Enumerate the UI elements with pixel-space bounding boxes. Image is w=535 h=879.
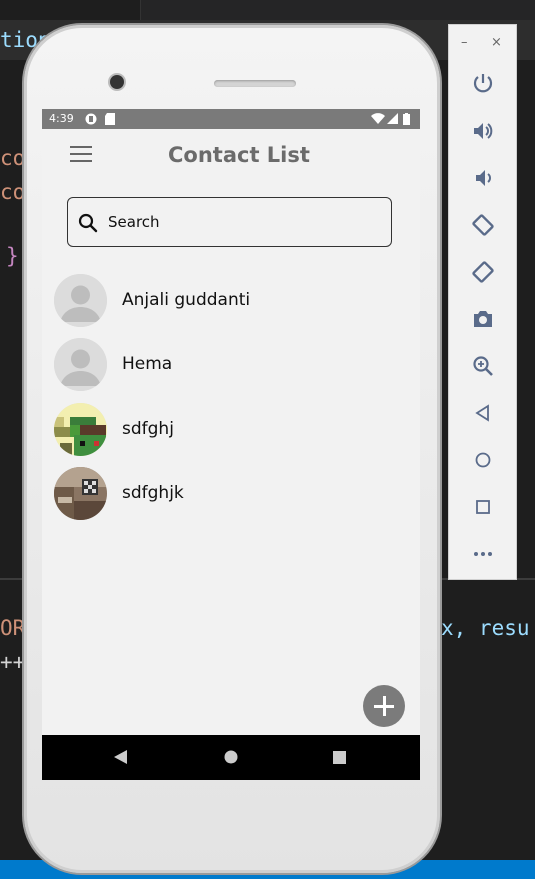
wifi-icon: [371, 113, 385, 124]
default-avatar-icon: [54, 338, 107, 391]
search-box[interactable]: [67, 197, 392, 247]
volume-down-icon[interactable]: [471, 166, 495, 190]
status-time: 4:39: [49, 112, 74, 125]
more-icon[interactable]: [471, 542, 495, 566]
zoom-icon[interactable]: [471, 354, 495, 378]
close-button[interactable]: ×: [491, 35, 502, 50]
home-nav-icon[interactable]: [224, 750, 238, 764]
sd-card-icon: [105, 113, 115, 125]
notification-icon: [85, 113, 97, 125]
android-nav-bar: [42, 735, 420, 780]
search-icon: [78, 213, 98, 233]
code-fragment: co: [0, 180, 26, 204]
rotate-left-icon[interactable]: [471, 213, 495, 237]
battery-icon: [403, 113, 410, 125]
contact-item[interactable]: Hema: [54, 338, 394, 394]
contact-item[interactable]: sdfghj: [54, 403, 394, 459]
contact-name: Anjali guddanti: [122, 290, 251, 310]
signal-icon: [387, 113, 398, 124]
front-camera: [110, 75, 124, 89]
overview-icon[interactable]: [471, 495, 495, 519]
code-fragment: co: [0, 146, 26, 170]
status-bar: 4:39: [42, 109, 420, 129]
page-title: Contact List: [168, 143, 310, 167]
phone-screen: 4:39 Contact List Anjali guddanti Hema: [42, 109, 420, 780]
contact-item[interactable]: Anjali guddanti: [54, 274, 394, 330]
earpiece-speaker: [214, 80, 296, 87]
back-nav-icon[interactable]: [114, 750, 128, 764]
add-contact-button[interactable]: [363, 685, 405, 727]
contact-name: Hema: [122, 354, 173, 374]
search-input[interactable]: [108, 212, 378, 232]
home-icon[interactable]: [471, 448, 495, 472]
power-icon[interactable]: [471, 72, 495, 96]
hamburger-menu-icon[interactable]: [70, 146, 92, 163]
pixel-art-avatar-image: [54, 403, 107, 456]
contact-name: sdfghj: [122, 419, 174, 439]
room-photo-avatar-image: [54, 467, 107, 520]
code-fragment: ++: [0, 650, 26, 674]
minimize-button[interactable]: –: [461, 35, 468, 50]
code-fragment: }: [6, 244, 19, 268]
contact-item[interactable]: sdfghjk: [54, 467, 394, 523]
editor-tab[interactable]: [0, 0, 141, 20]
default-avatar-icon: [54, 274, 107, 327]
camera-icon[interactable]: [471, 307, 495, 331]
app-bar: Contact List: [42, 129, 420, 181]
editor-tabbar: [0, 0, 535, 20]
recents-nav-icon[interactable]: [333, 751, 346, 764]
volume-up-icon[interactable]: [471, 119, 495, 143]
emulator-toolbar: – ×: [448, 24, 517, 580]
back-icon[interactable]: [471, 401, 495, 425]
code-fragment: x, resu: [441, 616, 530, 640]
contact-name: sdfghjk: [122, 483, 184, 503]
rotate-right-icon[interactable]: [471, 260, 495, 284]
